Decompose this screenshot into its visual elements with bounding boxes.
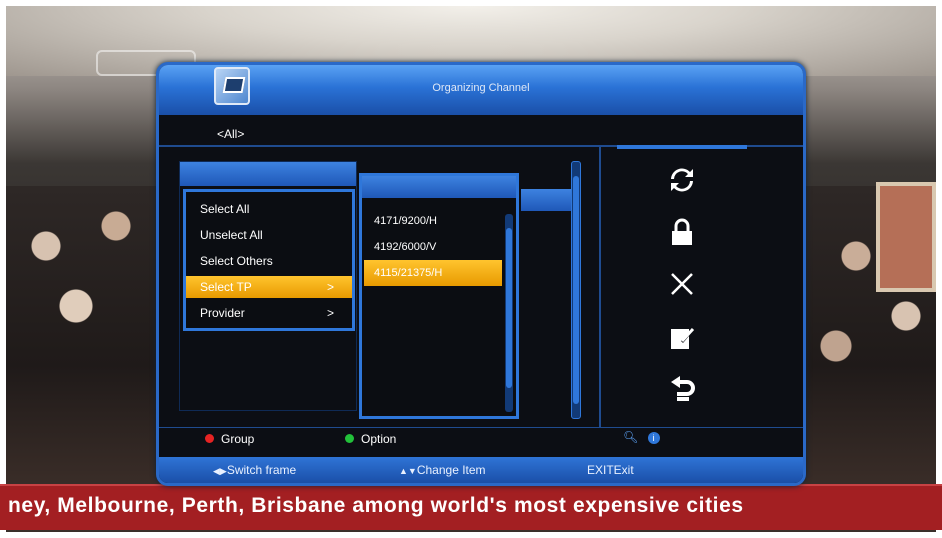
color-key-hints: Group Option 🔍︎ i (159, 427, 803, 449)
refresh-icon[interactable] (667, 165, 697, 195)
hint-label: Switch frame (226, 463, 297, 477)
navigation-hints: ◀▶Switch frame ▲▼Change Item EXITExit (159, 457, 803, 483)
tp-item-selected[interactable]: 4115/21375/H (364, 260, 502, 286)
organizing-channel-dialog: Organizing Channel <All> Select All Unse… (156, 62, 806, 486)
red-key-icon (205, 434, 214, 443)
tp-submenu: 4171/9200/H 4192/6000/V 4115/21375/H (359, 173, 519, 419)
title-bar: Organizing Channel (159, 65, 803, 115)
dialog-title: Organizing Channel (432, 82, 530, 94)
hint-label: Change Item (416, 463, 486, 477)
info-icons: 🔍︎ i (623, 430, 660, 444)
submenu-arrow: > (326, 306, 334, 320)
group-selector[interactable]: <All> (217, 127, 244, 141)
hint-change-item: ▲▼Change Item (399, 463, 486, 477)
hint-exit: EXITExit (587, 463, 634, 477)
hint-option: Option (361, 432, 397, 446)
option-label: Unselect All (200, 228, 263, 242)
delete-icon[interactable] (667, 269, 697, 299)
up-down-arrows-icon: ▲▼ (399, 466, 417, 476)
green-key-icon (345, 434, 354, 443)
news-ticker: ney, Melbourne, Perth, Brisbane among wo… (0, 484, 942, 530)
tp-item[interactable]: 4171/9200/H (364, 208, 502, 234)
tp-submenu-header (362, 176, 516, 198)
option-select-tp[interactable]: Select TP > (186, 276, 352, 298)
options-menu: Select All Unselect All Select Others Se… (183, 189, 355, 331)
edit-icon[interactable] (667, 323, 697, 353)
hint-switch-frame: ◀▶Switch frame (213, 463, 296, 477)
ticker-text: ney, Melbourne, Perth, Brisbane among wo… (8, 494, 744, 517)
column-divider (599, 147, 601, 427)
action-column-header (617, 145, 747, 149)
option-label: Select All (200, 202, 250, 216)
scrollbar-thumb[interactable] (573, 176, 579, 404)
channel-list-header (180, 162, 356, 186)
option-provider[interactable]: Provider > (186, 302, 352, 324)
search-icon: 🔍︎ (623, 430, 639, 444)
left-right-arrows-icon: ◀▶ (213, 466, 227, 476)
scrollbar-thumb[interactable] (506, 228, 512, 388)
option-select-all[interactable]: Select All (186, 198, 352, 220)
option-label: Select Others (200, 254, 273, 268)
info-icon: i (647, 432, 660, 444)
option-label: Provider (200, 306, 245, 320)
wall-picture (876, 182, 936, 292)
move-icon[interactable] (667, 375, 697, 405)
tp-scrollbar[interactable] (505, 214, 513, 412)
channel-list-scrollbar[interactable] (571, 161, 581, 419)
option-unselect-all[interactable]: Unselect All (186, 224, 352, 246)
option-select-others[interactable]: Select Others (186, 250, 352, 272)
tp-item[interactable]: 4192/6000/V (364, 234, 502, 260)
submenu-arrow: > (326, 280, 334, 294)
action-icon-column (617, 145, 747, 425)
option-label: Select TP (200, 280, 252, 294)
hint-group: Group (221, 432, 255, 446)
lock-icon[interactable] (667, 217, 697, 247)
channel-list-header-right (521, 189, 575, 211)
